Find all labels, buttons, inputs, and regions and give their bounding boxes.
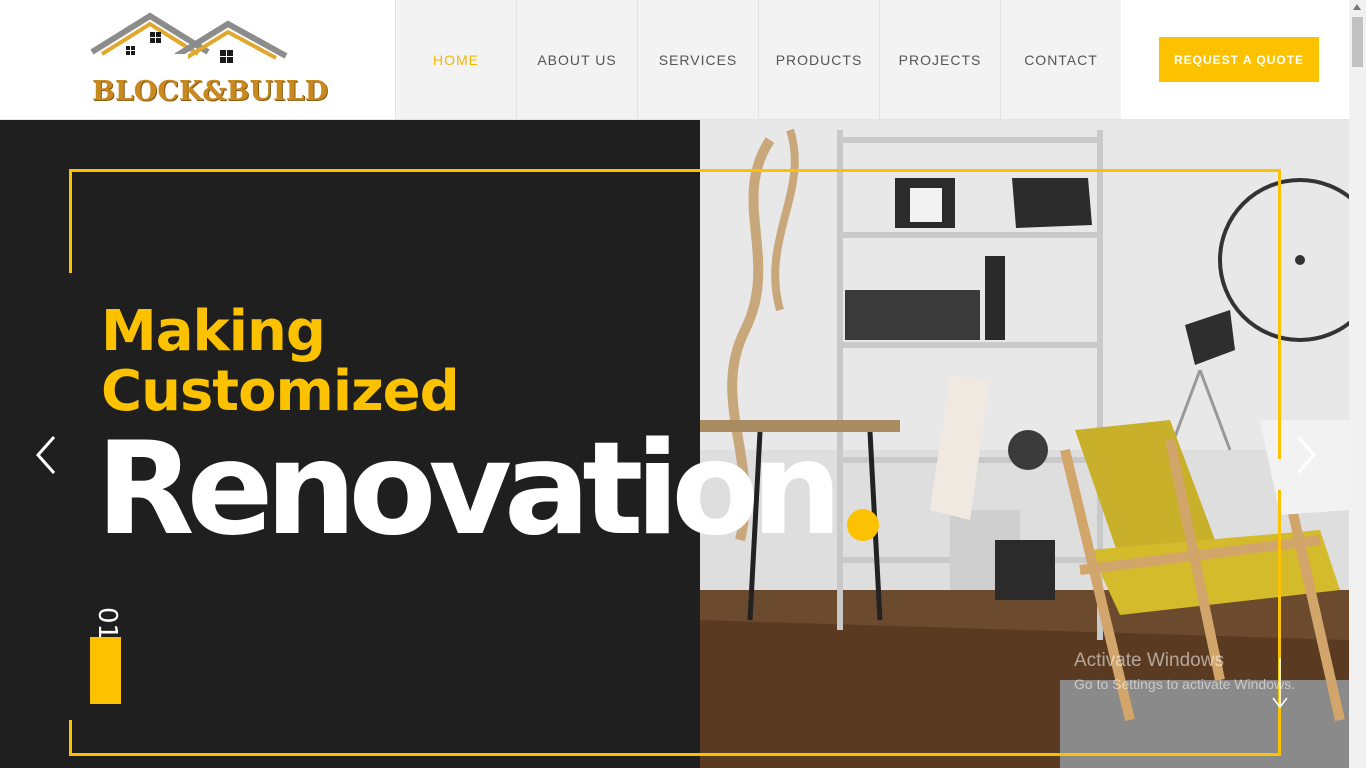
nav-item-projects[interactable]: PROJECTS [879,0,1000,119]
frame-bottom-line [69,753,1281,756]
houses-icon [90,12,288,66]
request-quote-button[interactable]: REQUEST A QUOTE [1159,37,1319,82]
frame-right-line [1278,169,1281,459]
hero-heading-line1: Making [101,299,326,364]
scroll-up-icon[interactable] [1353,4,1361,10]
windows-activation-title: Activate Windows [1074,650,1224,671]
brand-wordmark: BLOCK&BUILD [92,76,329,107]
main-nav: HOME ABOUT US SERVICES PRODUCTS PROJECTS CONT… [395,0,1121,119]
accent-dot [847,509,879,541]
windows-activation-subtitle: Go to Settings to activate Windows. [1074,676,1295,692]
brand-logo[interactable]: BLOCK&BUILD [88,12,328,108]
nav-item-products[interactable]: PRODUCTS [758,0,879,119]
page-scrollbar[interactable] [1349,0,1366,768]
frame-top-line [69,169,1281,172]
slide-number: 01 [92,607,122,641]
chevron-right-icon [1296,436,1317,474]
slide-progress-bar [90,637,121,704]
chevron-left-icon [35,436,56,474]
nav-item-home[interactable]: HOME [395,0,516,119]
frame-right-line [1278,490,1281,756]
frame-left-line [69,169,72,273]
scrollbar-thumb[interactable] [1352,17,1363,67]
nav-item-services[interactable]: SERVICES [637,0,758,119]
site-header: BLOCK&BUILD HOME ABOUT US SERVICES PRODUCTS… [0,0,1349,120]
slider-next-button[interactable] [1294,435,1318,475]
hero-slider: Making Customized Renovation 01 Activate… [0,120,1349,768]
nav-item-contact[interactable]: CONTACT [1000,0,1121,119]
hero-heading-big: Renovation [96,415,842,564]
slide-indicator: 01 [90,607,122,704]
slider-prev-button[interactable] [34,435,58,475]
nav-item-about-us[interactable]: ABOUT US [516,0,637,119]
hero-heading-line2: Customized [101,359,460,424]
frame-left-line [69,720,72,756]
